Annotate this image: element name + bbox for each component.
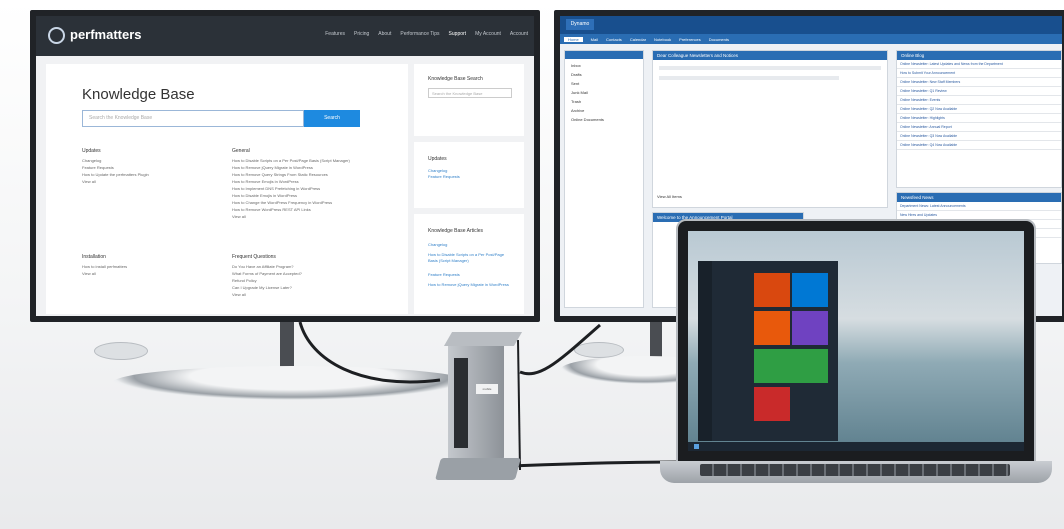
laptop-screen <box>688 231 1024 451</box>
docking-station: mobile <box>435 318 524 486</box>
tile[interactable] <box>754 387 790 421</box>
keyboard <box>700 464 1010 476</box>
laptop-lid <box>676 219 1036 465</box>
start-menu <box>698 261 838 441</box>
dock-top <box>443 332 523 346</box>
tile[interactable] <box>792 273 828 307</box>
dock-stand <box>435 458 521 480</box>
cable-right-monitor <box>519 323 601 376</box>
windows-start-icon[interactable] <box>694 444 699 449</box>
tile[interactable] <box>754 273 790 307</box>
laptop-base <box>660 461 1052 483</box>
dock-port-panel[interactable] <box>454 358 468 448</box>
laptop <box>660 219 1052 483</box>
start-menu-rail <box>698 261 712 441</box>
taskbar <box>688 442 1024 451</box>
tile[interactable] <box>792 311 828 345</box>
cable-laptop <box>509 460 681 468</box>
dock-label: mobile <box>476 384 498 394</box>
tile[interactable] <box>754 311 790 345</box>
tile[interactable] <box>754 349 828 383</box>
cable-left-monitor <box>298 321 441 384</box>
